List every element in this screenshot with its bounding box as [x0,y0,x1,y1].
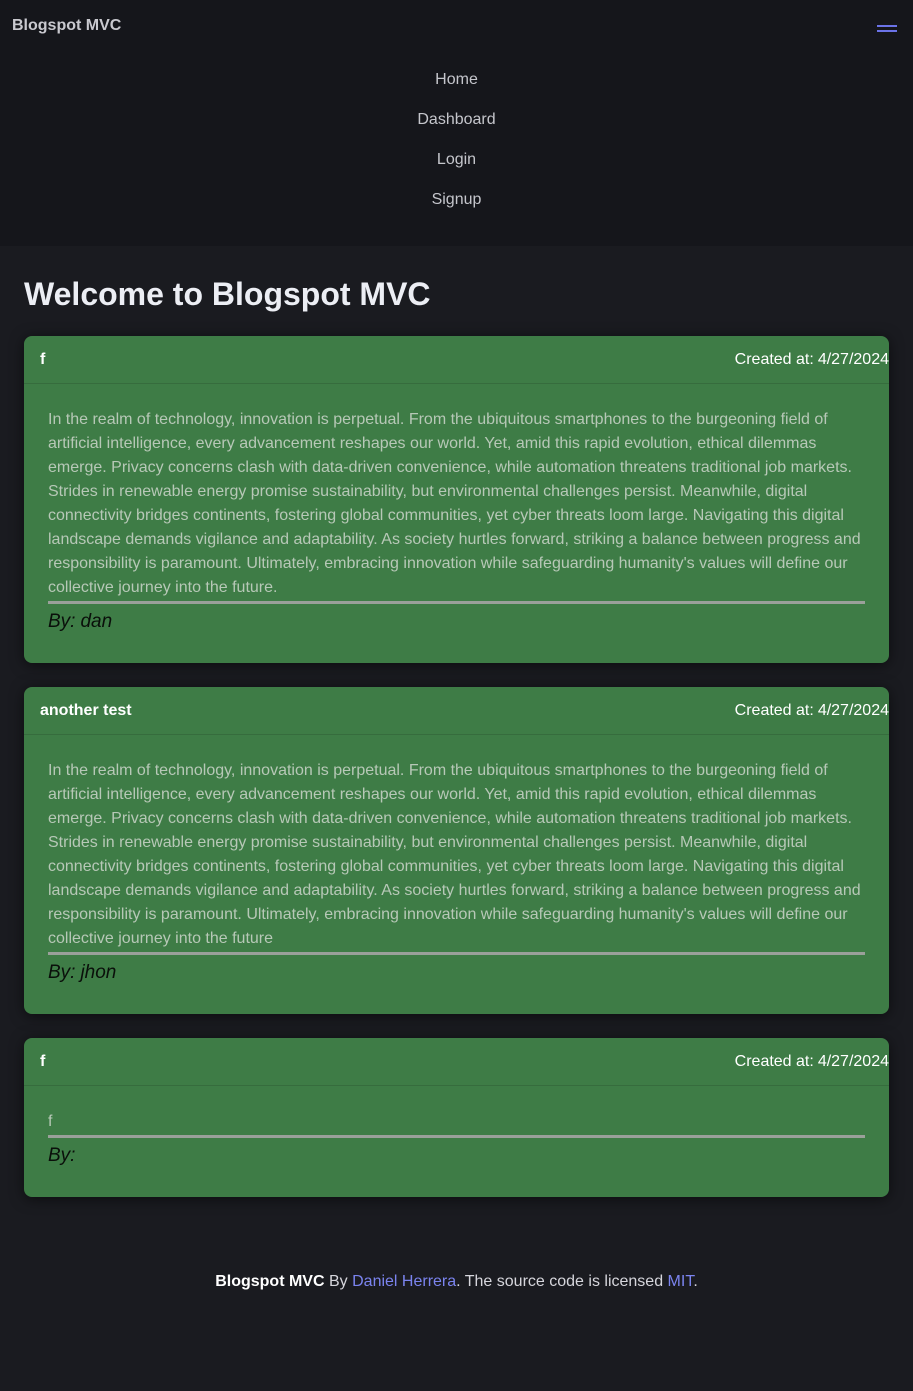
post-card-body: In the realm of technology, innovation i… [24,384,889,663]
post-author: By: dan [48,608,865,635]
post-title: f [40,351,46,368]
post-card[interactable]: another test Created at: 4/27/2024 In the… [24,687,889,1014]
post-author-label: By: [48,1145,76,1166]
post-date: Created at: 4/27/2024 [735,351,889,369]
post-card[interactable]: f Created at: 4/27/2024 In the realm of t… [24,336,889,663]
nav-menu: Home Dashboard Login Signup [0,60,913,220]
footer-license-text: . The source code is licensed [456,1273,664,1290]
footer-author-link[interactable]: Daniel Herrera [352,1273,456,1290]
post-card-header: another test Created at: 4/27/2024 [24,687,889,735]
post-author: By: jhon [48,959,865,986]
post-divider [48,952,865,955]
footer-brand: Blogspot MVC [215,1273,325,1290]
post-author-label: By: [48,962,76,983]
post-date: Created at: 4/27/2024 [735,702,889,720]
post-date-value: 4/27/2024 [817,351,889,368]
footer-license-link[interactable]: MIT [668,1273,694,1290]
page-title: Welcome to Blogspot MVC [24,276,431,312]
navbar: Blogspot MVC Home Dashboard Login Signup [0,0,913,246]
post-content: In the realm of technology, innovation i… [48,762,861,947]
post-content: In the realm of technology, innovation i… [48,411,861,596]
post-card-body: In the realm of technology, innovation i… [24,735,889,1014]
post-divider [48,601,865,604]
hamburger-bar [877,30,897,32]
post-title: another test [40,702,132,719]
nav-link-login[interactable]: Login [0,140,913,180]
post-card[interactable]: f Created at: 4/27/2024 f By: [24,1038,889,1197]
nav-link-signup[interactable]: Signup [0,180,913,220]
post-author: By: [48,1142,865,1169]
hamburger-menu-icon[interactable] [877,25,897,33]
post-date-label: Created at: [734,1053,814,1070]
post-author-label: By: [48,611,76,632]
post-author-name: jhon [80,962,117,983]
post-card-header: f Created at: 4/27/2024 [24,1038,889,1086]
post-author-name: dan [80,611,113,632]
post-date-label: Created at: [734,702,814,719]
post-date-value: 4/27/2024 [817,702,889,719]
post-card-body: f By: [24,1086,889,1197]
main-content: Welcome to Blogspot MVC f Created at: 4/2… [0,246,913,1223]
nav-link-home[interactable]: Home [0,60,913,100]
footer-by-text: By [328,1273,348,1290]
post-title: f [40,1053,46,1070]
hamburger-bar [877,25,897,27]
post-date-label: Created at: [734,351,814,368]
footer: Blogspot MVC By Daniel Herrera. The sour… [0,1223,913,1391]
post-card-header: f Created at: 4/27/2024 [24,336,889,384]
footer-end: . [693,1273,698,1290]
nav-link-dashboard[interactable]: Dashboard [0,100,913,140]
post-divider [48,1135,865,1138]
post-date-value: 4/27/2024 [817,1053,889,1070]
post-date: Created at: 4/27/2024 [735,1053,889,1071]
post-content: f [48,1113,53,1130]
navbar-brand[interactable]: Blogspot MVC [12,17,121,35]
